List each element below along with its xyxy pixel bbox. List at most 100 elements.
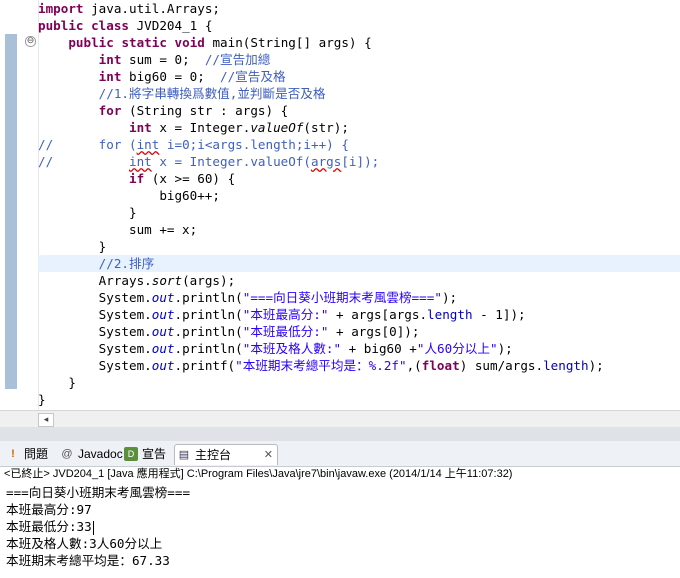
code-line[interactable]: int big60 = 0; //宣告及格 xyxy=(38,68,680,85)
code-token: (String str : args) { xyxy=(121,103,289,118)
code-line[interactable]: public class JVD204_1 { xyxy=(38,17,680,34)
change-marker-bar xyxy=(5,34,17,389)
code-line[interactable]: for (String str : args) { xyxy=(38,102,680,119)
code-line[interactable]: System.out.println("===向日葵小班期末考風雲榜==="); xyxy=(38,289,680,306)
code-line[interactable]: } xyxy=(38,204,680,221)
editor-gutter: ⊖ xyxy=(0,0,38,410)
code-token: System. xyxy=(38,341,152,356)
code-token: for xyxy=(98,103,122,118)
code-line[interactable]: int x = Integer.valueOf(args[i]); xyxy=(38,153,680,170)
code-token: .println( xyxy=(174,307,243,322)
code-token: import xyxy=(38,1,84,16)
code-token: ) sum/args. xyxy=(459,358,544,373)
code-token: int xyxy=(98,52,122,67)
view-separator xyxy=(0,427,680,441)
code-token: for ( xyxy=(98,137,137,152)
code-line[interactable]: System.out.println("本班最高分:" + args[args.… xyxy=(38,306,680,323)
code-token: .println( xyxy=(174,341,243,356)
code-line[interactable]: for (int i=0;i<args.length;i++) { xyxy=(38,136,680,153)
code-token: + big60 + xyxy=(341,341,417,356)
code-token: if xyxy=(129,171,145,186)
code-token: out xyxy=(151,307,175,322)
code-line[interactable]: //2.排序 xyxy=(38,255,680,272)
code-line[interactable]: } xyxy=(38,374,680,391)
code-token: big60++; xyxy=(38,188,220,203)
fold-collapse-icon[interactable]: ⊖ xyxy=(25,36,36,47)
comment-marker: // xyxy=(38,154,54,169)
code-line[interactable]: Arrays.sort(args); xyxy=(38,272,680,289)
code-token: "本班最高分:" xyxy=(242,307,329,322)
code-token: int xyxy=(98,69,122,84)
console-line: 本班期末考總平均是：67.33 xyxy=(6,553,170,568)
code-token: i=0;i<args.length;i++) { xyxy=(159,137,349,152)
code-token: //宣告及格 xyxy=(220,69,286,84)
code-line[interactable]: } xyxy=(38,391,680,408)
code-token: } xyxy=(38,239,107,254)
code-line[interactable]: int sum = 0; //宣告加總 xyxy=(38,51,680,68)
code-token: class xyxy=(91,18,130,33)
code-token: + args[args. xyxy=(328,307,428,322)
tab-label: 主控台 xyxy=(195,448,232,462)
tab-problems[interactable]: ! 問題 xyxy=(4,444,58,464)
code-line[interactable]: import java.util.Arrays; xyxy=(38,0,680,17)
code-line[interactable]: System.out.println("本班及格人數:" + big60 +"人… xyxy=(38,340,680,357)
code-token: public xyxy=(68,35,114,50)
code-token: System. xyxy=(38,307,152,322)
code-token: sum = 0; xyxy=(121,52,205,67)
code-token: "本班最低分:" xyxy=(242,324,329,339)
code-token: out xyxy=(151,358,175,373)
code-token: ,( xyxy=(406,358,422,373)
console-line: 本班最低分:33 xyxy=(6,519,94,535)
scroll-left-icon[interactable]: ◂ xyxy=(38,413,54,427)
code-token: length xyxy=(427,307,473,322)
code-editor[interactable]: ⊖ import java.util.Arrays; public class J… xyxy=(0,0,680,427)
code-token: } xyxy=(38,375,76,390)
code-token: "本班期末考總平均是：%.2f" xyxy=(235,358,407,373)
code-token: "人60分以上" xyxy=(416,341,498,356)
code-line[interactable]: big60++; xyxy=(38,187,680,204)
comment-marker: // xyxy=(38,137,54,152)
javadoc-icon: @ xyxy=(61,448,73,460)
tab-declaration[interactable]: D 宣告 xyxy=(122,444,176,464)
code-line[interactable]: public static void main(String[] args) { xyxy=(38,34,680,51)
code-line[interactable]: System.out.printf("本班期末考總平均是：%.2f",(floa… xyxy=(38,357,680,374)
code-token: main(String[] args) { xyxy=(204,35,372,50)
tab-console[interactable]: ▤ 主控台 ✕ xyxy=(174,444,278,465)
code-token: void xyxy=(174,35,205,50)
code-token: //2.排序 xyxy=(98,256,155,271)
code-line[interactable]: sum += x; xyxy=(38,221,680,238)
code-line[interactable]: System.out.println("本班最低分:" + args[0]); xyxy=(38,323,680,340)
code-line[interactable]: } xyxy=(38,238,680,255)
code-token: int xyxy=(129,120,152,135)
horizontal-scrollbar[interactable]: ◂ xyxy=(0,410,680,427)
console-status: <已終止> JVD204_1 [Java 應用程式] C:\Program Fi… xyxy=(4,468,513,480)
code-token: public xyxy=(38,18,84,33)
code-token: sum += x; xyxy=(38,222,198,237)
code-token: [i]); xyxy=(341,154,380,169)
code-token: Arrays. xyxy=(38,273,152,288)
bottom-view-tabs: ! 問題 @ Javadoc D 宣告 ▤ 主控台 ✕ xyxy=(0,441,680,467)
tab-label: 宣告 xyxy=(142,447,167,461)
code-token: .printf( xyxy=(174,358,236,373)
code-token: System. xyxy=(38,358,152,373)
code-token: args xyxy=(310,154,342,169)
code-line[interactable]: //1.將字串轉換爲數值,並判斷是否及格 xyxy=(38,85,680,102)
text-caret xyxy=(92,520,94,535)
code-token: out xyxy=(151,324,175,339)
close-icon[interactable]: ✕ xyxy=(264,445,273,465)
code-token: + args[0]); xyxy=(328,324,420,339)
tab-label: 問題 xyxy=(24,447,49,461)
code-line[interactable]: if (x >= 60) { xyxy=(38,170,680,187)
code-token: static xyxy=(121,35,167,50)
code-token: .println( xyxy=(174,324,243,339)
code-line[interactable]: int x = Integer.valueOf(str); xyxy=(38,119,680,136)
code-token: (str); xyxy=(303,120,349,135)
